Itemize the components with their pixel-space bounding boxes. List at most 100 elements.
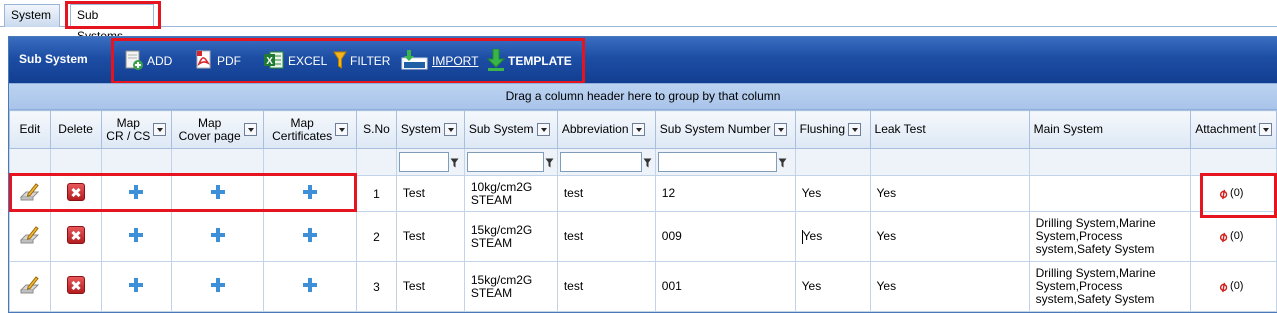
column-menu-icon[interactable] xyxy=(631,123,645,136)
filter-sub-system-input[interactable] xyxy=(466,152,544,172)
table-row: 3 Test 15kg/cm2G STEAM test 001 Yes Yes D… xyxy=(9,261,1277,312)
edit-icon[interactable] xyxy=(19,275,41,295)
filter-cell xyxy=(794,148,871,176)
column-menu-icon[interactable] xyxy=(1258,123,1272,136)
attachment-link[interactable]: ⌀ (0) xyxy=(1215,227,1244,245)
tab-system[interactable]: System xyxy=(4,4,60,27)
col-system[interactable]: System xyxy=(395,110,465,149)
import-icon xyxy=(401,49,429,73)
filter-cell xyxy=(263,148,358,176)
cell-system: Test xyxy=(402,229,425,243)
import-label: IMPORT xyxy=(432,54,479,68)
add-icon xyxy=(124,50,144,73)
col-map-certificates[interactable]: Map Certificates xyxy=(263,110,358,149)
template-button[interactable]: TEMPLATE xyxy=(486,48,572,71)
column-menu-icon[interactable] xyxy=(773,123,787,136)
filter-sub-system-number-input[interactable] xyxy=(657,152,777,172)
map-certificates-plus-icon[interactable] xyxy=(303,278,318,292)
map-cr-cs-plus-icon[interactable] xyxy=(129,228,144,242)
pdf-icon xyxy=(194,50,214,73)
table-row: 2 Test 15kg/cm2G STEAM test 009 Yes Yes D… xyxy=(9,211,1277,262)
paperclip-icon: ⌀ xyxy=(1215,227,1231,245)
col-flushing[interactable]: Flushing xyxy=(794,110,871,149)
column-menu-icon[interactable] xyxy=(443,123,457,136)
filter-label: FILTER xyxy=(350,54,391,68)
cell-main-system: Drilling System,Marine System,Process syst… xyxy=(1035,266,1156,306)
filter-system-input[interactable] xyxy=(398,152,449,172)
toolbar: Sub System ADD PDF X EXCEL FILTER IMPORT… xyxy=(9,37,1277,83)
column-menu-icon[interactable] xyxy=(335,123,349,136)
filter-funnel-icon[interactable] xyxy=(545,157,554,168)
cell-sub-system-number: 009 xyxy=(661,229,682,243)
filter-funnel-icon[interactable] xyxy=(450,157,459,168)
cell-leak-test: Yes xyxy=(876,186,897,200)
filter-cell xyxy=(356,148,397,176)
cell-leak-test: Yes xyxy=(876,279,897,293)
edit-icon[interactable] xyxy=(19,225,41,245)
cell-flushing: Yes xyxy=(801,228,823,244)
attachment-link[interactable]: ⌀ (0) xyxy=(1215,277,1244,295)
column-menu-icon[interactable] xyxy=(536,123,550,136)
filter-cell xyxy=(9,148,51,176)
cell-system: Test xyxy=(402,279,425,293)
map-cover-page-plus-icon[interactable] xyxy=(210,278,225,292)
col-map-cover-page[interactable]: Map Cover page xyxy=(171,110,265,149)
filter-abbreviation-input[interactable] xyxy=(559,152,642,172)
map-cover-page-plus-icon[interactable] xyxy=(210,185,225,199)
cell-sub-system: 15kg/cm2G STEAM xyxy=(470,222,533,250)
svg-text:X: X xyxy=(266,56,273,67)
cell-sub-system-number: 12 xyxy=(661,186,676,200)
filter-cell xyxy=(1190,148,1277,176)
cell-abbreviation: test xyxy=(563,229,584,243)
paperclip-icon: ⌀ xyxy=(1215,277,1231,295)
col-abbreviation[interactable]: Abbreviation xyxy=(556,110,656,149)
map-cover-page-plus-icon[interactable] xyxy=(210,228,225,242)
delete-icon[interactable] xyxy=(66,226,85,244)
paperclip-icon: ⌀ xyxy=(1215,184,1231,202)
add-button[interactable]: ADD xyxy=(124,50,173,73)
attachment-link[interactable]: ⌀ (0) xyxy=(1215,184,1244,202)
col-main-system[interactable]: Main System xyxy=(1028,110,1192,149)
cell-leak-test: Yes xyxy=(876,229,897,243)
map-certificates-plus-icon[interactable] xyxy=(303,228,318,242)
filter-cell xyxy=(1028,148,1192,176)
cell-abbreviation: test xyxy=(563,279,584,293)
template-label: TEMPLATE xyxy=(508,54,572,68)
cell-sno: 1 xyxy=(356,175,397,212)
col-sub-system[interactable]: Sub System xyxy=(463,110,558,149)
map-cr-cs-plus-icon[interactable] xyxy=(129,278,144,292)
edit-icon[interactable] xyxy=(19,182,41,202)
add-label: ADD xyxy=(147,54,173,68)
filter-button[interactable]: FILTER xyxy=(333,51,390,71)
pdf-button[interactable]: PDF xyxy=(194,50,241,73)
map-certificates-plus-icon[interactable] xyxy=(303,185,318,199)
tab-sub-systems[interactable]: Sub Systems xyxy=(70,4,154,43)
delete-icon[interactable] xyxy=(66,276,85,294)
cell-flushing: Yes xyxy=(801,186,822,200)
filter-cell xyxy=(869,148,1030,176)
col-sno[interactable]: S.No xyxy=(356,110,397,149)
import-button[interactable]: IMPORT xyxy=(401,49,479,73)
filter-funnel-icon[interactable] xyxy=(778,157,787,168)
filter-cell xyxy=(49,148,102,176)
filter-cell xyxy=(171,148,265,176)
cell-sub-system: 15kg/cm2G STEAM xyxy=(470,272,533,300)
delete-icon[interactable] xyxy=(66,183,85,201)
map-cr-cs-plus-icon[interactable] xyxy=(129,185,144,199)
cell-abbreviation: test xyxy=(563,186,584,200)
group-by-bar[interactable]: Drag a column header here to group by th… xyxy=(9,83,1277,110)
column-menu-icon[interactable] xyxy=(243,123,257,136)
column-menu-icon[interactable] xyxy=(848,123,861,136)
col-edit: Edit xyxy=(9,110,51,149)
column-menu-icon[interactable] xyxy=(153,123,167,136)
col-attachment[interactable]: Attachment xyxy=(1190,110,1277,149)
cell-flushing: Yes xyxy=(801,279,822,293)
col-sub-system-number[interactable]: Sub System Number xyxy=(654,110,796,149)
col-leak-test[interactable]: Leak Test xyxy=(869,110,1030,149)
excel-button[interactable]: X EXCEL xyxy=(263,51,327,71)
filter-funnel-icon[interactable] xyxy=(643,157,652,168)
col-map-cr-cs[interactable]: Map CR / CS xyxy=(100,110,173,149)
tab-bar: System Sub Systems xyxy=(0,0,1277,43)
table-row: 1 Test 10kg/cm2G STEAM test 12 Yes Yes ⌀(… xyxy=(9,175,1277,212)
cell-system: Test xyxy=(402,186,425,200)
